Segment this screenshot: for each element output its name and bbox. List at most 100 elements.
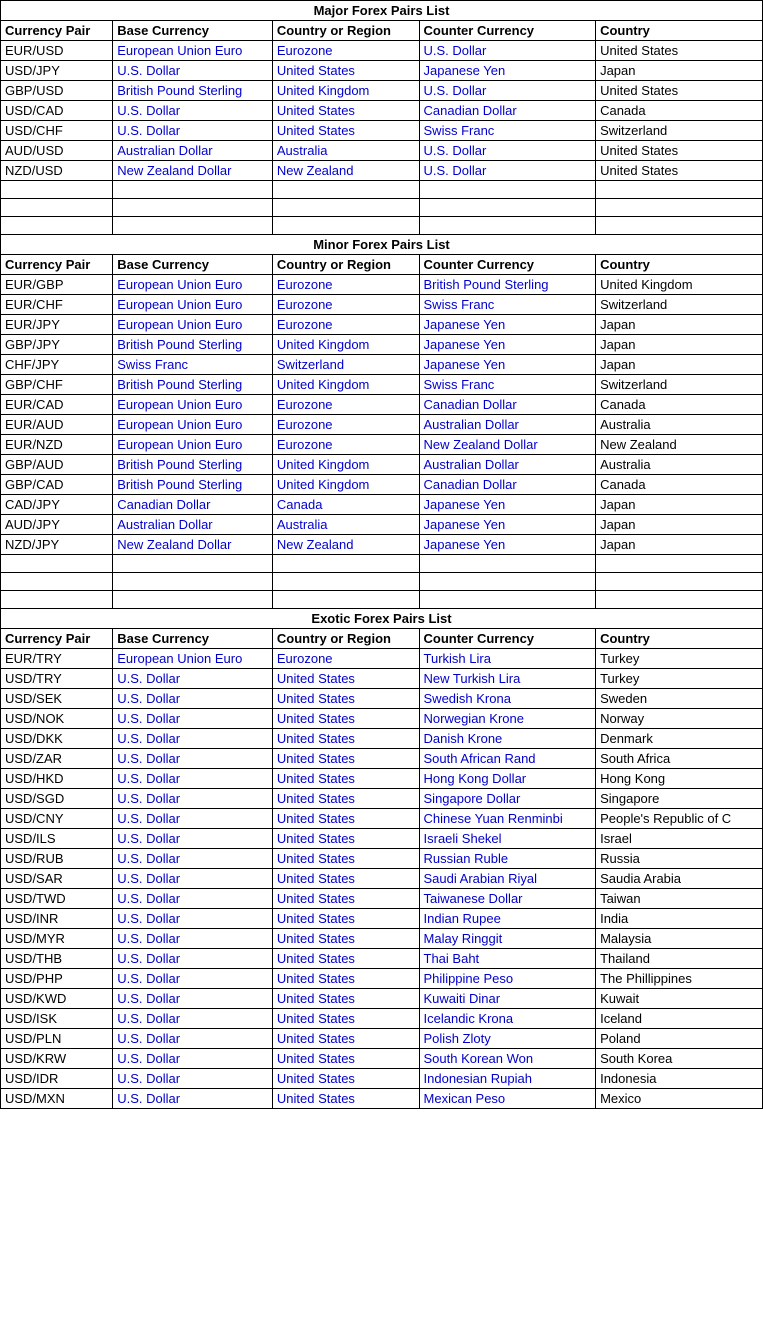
base: European Union Euro: [113, 275, 273, 295]
region: United States: [272, 709, 419, 729]
region: United States: [272, 729, 419, 749]
base: Australian Dollar: [113, 141, 273, 161]
table-row: USD/THB U.S. Dollar United States Thai B…: [1, 949, 763, 969]
pair: USD/SAR: [1, 869, 113, 889]
counter: Malay Ringgit: [419, 929, 596, 949]
base: U.S. Dollar: [113, 769, 273, 789]
base: U.S. Dollar: [113, 121, 273, 141]
table-row: USD/DKK U.S. Dollar United States Danish…: [1, 729, 763, 749]
counter: Norwegian Krone: [419, 709, 596, 729]
table-row: USD/IDR U.S. Dollar United States Indone…: [1, 1069, 763, 1089]
base: U.S. Dollar: [113, 949, 273, 969]
table-row: USD/KRW U.S. Dollar United States South …: [1, 1049, 763, 1069]
region: United States: [272, 909, 419, 929]
empty-row: [1, 573, 763, 591]
pair: USD/PHP: [1, 969, 113, 989]
table-row: USD/TRY U.S. Dollar United States New Tu…: [1, 669, 763, 689]
counter: Icelandic Krona: [419, 1009, 596, 1029]
table-row: USD/CNY U.S. Dollar United States Chines…: [1, 809, 763, 829]
pair: AUD/JPY: [1, 515, 113, 535]
col-counter-currency: Counter Currency: [419, 629, 596, 649]
pair: USD/MYR: [1, 929, 113, 949]
table-row: EUR/USD European Union Euro Eurozone U.S…: [1, 41, 763, 61]
pair: EUR/GBP: [1, 275, 113, 295]
counter: Canadian Dollar: [419, 101, 596, 121]
base: U.S. Dollar: [113, 749, 273, 769]
col-currency-pair: Currency Pair: [1, 255, 113, 275]
table-row: GBP/CHF British Pound Sterling United Ki…: [1, 375, 763, 395]
pair: EUR/TRY: [1, 649, 113, 669]
region: Eurozone: [272, 649, 419, 669]
table-row: USD/RUB U.S. Dollar United States Russia…: [1, 849, 763, 869]
country: Poland: [596, 1029, 763, 1049]
country: Israel: [596, 829, 763, 849]
pair: CHF/JPY: [1, 355, 113, 375]
pair: USD/TRY: [1, 669, 113, 689]
region: United States: [272, 829, 419, 849]
empty-row: [1, 181, 763, 199]
country: Malaysia: [596, 929, 763, 949]
table-row: AUD/USD Australian Dollar Australia U.S.…: [1, 141, 763, 161]
base: U.S. Dollar: [113, 909, 273, 929]
col-country-region: Country or Region: [272, 629, 419, 649]
counter: Swedish Krona: [419, 689, 596, 709]
col-counter-currency: Counter Currency: [419, 21, 596, 41]
table-row: USD/ISK U.S. Dollar United States Icelan…: [1, 1009, 763, 1029]
counter: Taiwanese Dollar: [419, 889, 596, 909]
country: Japan: [596, 335, 763, 355]
counter: Swiss Franc: [419, 121, 596, 141]
country: Japan: [596, 355, 763, 375]
base: U.S. Dollar: [113, 969, 273, 989]
region: United States: [272, 749, 419, 769]
counter: British Pound Sterling: [419, 275, 596, 295]
counter: U.S. Dollar: [419, 161, 596, 181]
base: U.S. Dollar: [113, 869, 273, 889]
pair: USD/KRW: [1, 1049, 113, 1069]
base: New Zealand Dollar: [113, 535, 273, 555]
table-row: GBP/JPY British Pound Sterling United Ki…: [1, 335, 763, 355]
empty-row: [1, 217, 763, 235]
pair: USD/ISK: [1, 1009, 113, 1029]
pair: GBP/USD: [1, 81, 113, 101]
table-row: USD/MXN U.S. Dollar United States Mexica…: [1, 1089, 763, 1109]
region: Eurozone: [272, 395, 419, 415]
region: United States: [272, 1009, 419, 1029]
base: U.S. Dollar: [113, 809, 273, 829]
country: Turkey: [596, 669, 763, 689]
pair: EUR/CHF: [1, 295, 113, 315]
table-row: EUR/NZD European Union Euro Eurozone New…: [1, 435, 763, 455]
pair: GBP/JPY: [1, 335, 113, 355]
country: United States: [596, 161, 763, 181]
pair: EUR/CAD: [1, 395, 113, 415]
region: United States: [272, 689, 419, 709]
region: Eurozone: [272, 435, 419, 455]
base: Australian Dollar: [113, 515, 273, 535]
table-row: USD/ILS U.S. Dollar United States Israel…: [1, 829, 763, 849]
counter: Japanese Yen: [419, 355, 596, 375]
table-row: USD/HKD U.S. Dollar United States Hong K…: [1, 769, 763, 789]
table-row: NZD/USD New Zealand Dollar New Zealand U…: [1, 161, 763, 181]
pair: USD/IDR: [1, 1069, 113, 1089]
country: United Kingdom: [596, 275, 763, 295]
country: Thailand: [596, 949, 763, 969]
country: Hong Kong: [596, 769, 763, 789]
region: New Zealand: [272, 535, 419, 555]
counter: Australian Dollar: [419, 455, 596, 475]
pair: EUR/JPY: [1, 315, 113, 335]
region: New Zealand: [272, 161, 419, 181]
pair: USD/RUB: [1, 849, 113, 869]
base: U.S. Dollar: [113, 889, 273, 909]
base: U.S. Dollar: [113, 789, 273, 809]
country: Switzerland: [596, 295, 763, 315]
counter: Indonesian Rupiah: [419, 1069, 596, 1089]
col-base-currency: Base Currency: [113, 255, 273, 275]
table-row: USD/MYR U.S. Dollar United States Malay …: [1, 929, 763, 949]
col-country-region: Country or Region: [272, 21, 419, 41]
pair: USD/HKD: [1, 769, 113, 789]
region: United States: [272, 969, 419, 989]
base: U.S. Dollar: [113, 929, 273, 949]
table-row: USD/INR U.S. Dollar United States Indian…: [1, 909, 763, 929]
exotic-header-row: Exotic Forex Pairs List: [1, 609, 763, 629]
counter: Japanese Yen: [419, 515, 596, 535]
base: Swiss Franc: [113, 355, 273, 375]
